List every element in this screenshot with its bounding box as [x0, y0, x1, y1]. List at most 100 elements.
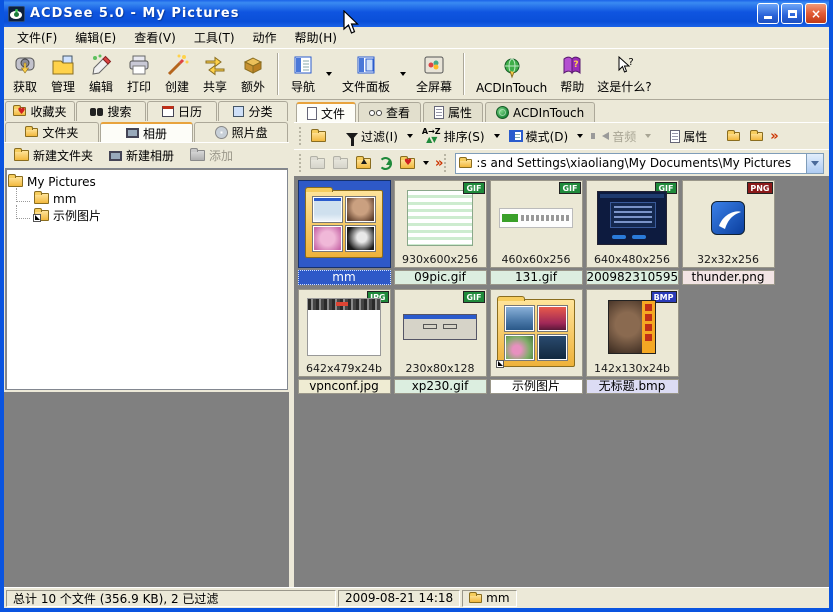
- navigate-button[interactable]: 导航: [284, 50, 322, 98]
- tab-folders[interactable]: 文件夹: [5, 122, 99, 142]
- share-arrows-icon: [202, 53, 228, 77]
- sort-dropdown-icon[interactable]: [494, 134, 500, 138]
- title-bar[interactable]: ACDSee 5.0 - My Pictures ×: [4, 0, 829, 27]
- navbar-overflow-chevron[interactable]: »: [435, 156, 441, 171]
- tree-item-mm[interactable]: mm: [8, 190, 285, 207]
- tab-albums[interactable]: 相册: [100, 122, 194, 142]
- refresh-button[interactable]: [375, 154, 396, 173]
- favorites-folder-icon: ♥: [13, 107, 26, 116]
- toolbar-overflow-chevron[interactable]: »: [770, 129, 776, 144]
- tab-favorites[interactable]: ♥ 收藏夹: [5, 101, 75, 121]
- file-cell-09pic[interactable]: GIF 930x600x256 09pic.gif: [394, 180, 487, 285]
- copy-to-icon: [727, 132, 740, 141]
- path-dropdown-button[interactable]: [806, 154, 823, 173]
- navigate-dropdown-icon[interactable]: [326, 72, 332, 76]
- folder-thumbnail: [497, 299, 575, 367]
- binoculars-icon: [90, 108, 103, 116]
- tab-search[interactable]: 搜索: [76, 101, 146, 121]
- tab-files[interactable]: 文件: [296, 102, 356, 122]
- file-cell-untitled-bmp[interactable]: BMP 142x130x24b 无标题.bmp: [586, 289, 679, 394]
- acquire-button[interactable]: 获取: [6, 50, 44, 98]
- copy-to-button[interactable]: [722, 129, 745, 144]
- close-button[interactable]: ×: [805, 3, 827, 24]
- file-cell-sample-pictures[interactable]: 示例图片: [490, 289, 583, 394]
- folders-icon: [25, 128, 38, 137]
- folder-icon: [8, 176, 23, 187]
- wand-icon: [164, 53, 190, 77]
- edit-button[interactable]: 编辑: [82, 50, 120, 98]
- print-button[interactable]: 打印: [120, 50, 158, 98]
- mode-button[interactable]: 模式(D): [504, 125, 574, 148]
- maximize-button[interactable]: [781, 3, 803, 24]
- toolbar-grip[interactable]: [444, 154, 448, 172]
- menu-help[interactable]: 帮助(H): [286, 27, 346, 49]
- new-folder-button[interactable]: 新建文件夹: [8, 145, 99, 166]
- properties-page-icon: [670, 130, 680, 143]
- status-datetime: 2009-08-21 14:18: [345, 591, 453, 605]
- move-to-button[interactable]: [745, 129, 768, 144]
- new-folder-button-small[interactable]: [306, 128, 331, 145]
- calendar-icon: [162, 106, 174, 117]
- toolbar-separator: [277, 53, 279, 95]
- menu-tools[interactable]: 工具(T): [185, 27, 244, 49]
- file-pane-icon: [353, 53, 379, 77]
- manage-button[interactable]: 管理: [44, 50, 82, 98]
- file-cell-2009823[interactable]: GIF 640x480x256 200982310595...: [586, 180, 679, 285]
- favorites-dropdown-icon[interactable]: [423, 161, 429, 165]
- fullscreen-button[interactable]: 全屏幕: [410, 50, 458, 98]
- whats-this-button[interactable]: ? 这是什么?: [591, 50, 657, 98]
- tab-calendar[interactable]: 日历: [147, 101, 217, 121]
- image-dimensions: 642x479x24b: [299, 362, 390, 375]
- file-cell-xp230[interactable]: GIF 230x80x128 xp230.gif: [394, 289, 487, 394]
- create-button[interactable]: 创建: [158, 50, 196, 98]
- file-panel-button[interactable]: 文件面板: [336, 50, 396, 98]
- favorites-button[interactable]: ♥: [396, 155, 419, 172]
- minimize-button[interactable]: [757, 3, 779, 24]
- file-browser[interactable]: mm GIF 930x600x256 09pic.gif GIF: [294, 176, 829, 587]
- image-thumbnail: [597, 191, 667, 245]
- file-cell-vpnconf[interactable]: JPG 642x479x24b vpnconf.jpg: [298, 289, 391, 394]
- favorites-folder-icon: ♥: [400, 158, 415, 169]
- menu-view[interactable]: 查看(V): [125, 27, 185, 49]
- file-name: mm: [298, 270, 391, 285]
- filter-funnel-icon: [346, 133, 358, 140]
- new-album-button[interactable]: 新建相册: [103, 145, 180, 166]
- menu-actions[interactable]: 动作: [244, 27, 286, 49]
- file-cell-thunder[interactable]: PNG 32x32x256 thunder.png: [682, 180, 775, 285]
- file-name: thunder.png: [682, 270, 775, 285]
- menu-file[interactable]: 文件(F): [8, 27, 66, 49]
- tab-photodisc[interactable]: 照片盘: [194, 122, 288, 142]
- menu-edit[interactable]: 编辑(E): [66, 27, 125, 49]
- tab-properties[interactable]: 属性: [423, 102, 483, 122]
- right-panel: 文件 查看 属性 ACDInTouch: [294, 100, 829, 587]
- toolbar-grip[interactable]: [299, 127, 303, 145]
- help-button[interactable]: ? 帮助: [553, 50, 591, 98]
- tree-item-my-pictures[interactable]: My Pictures: [8, 173, 285, 190]
- path-combobox[interactable]: :s and Settings\xiaoliang\My Documents\M…: [455, 153, 824, 174]
- tree-item-sample-pictures[interactable]: 示例图片: [8, 207, 285, 224]
- whats-this-icon: ?: [611, 53, 637, 77]
- status-location: mm: [486, 591, 509, 605]
- tab-view[interactable]: 查看: [358, 102, 421, 122]
- sort-button[interactable]: A→Z▲▼ 排序(S): [417, 125, 490, 148]
- toolbar-grip[interactable]: [299, 154, 303, 172]
- properties-button[interactable]: 属性: [665, 125, 712, 148]
- file-cell-mm[interactable]: mm: [298, 180, 391, 285]
- folder-tree[interactable]: My Pictures mm 示例图片: [5, 168, 288, 390]
- image-thumbnail: [499, 208, 573, 228]
- file-panel-dropdown-icon[interactable]: [400, 72, 406, 76]
- acdintouch-button[interactable]: ACDInTouch: [470, 50, 553, 98]
- status-summary: 总计 10 个文件 (356.9 KB), 2 已过滤: [13, 590, 218, 607]
- extra-button[interactable]: 额外: [234, 50, 272, 98]
- filter-button[interactable]: 过滤(I): [341, 125, 403, 148]
- tab-acdintouch[interactable]: ACDInTouch: [485, 102, 595, 122]
- filter-dropdown-icon[interactable]: [407, 134, 413, 138]
- file-cell-131[interactable]: GIF 460x60x256 131.gif: [490, 180, 583, 285]
- mode-dropdown-icon[interactable]: [577, 134, 583, 138]
- up-button[interactable]: [352, 155, 375, 172]
- gif-badge: GIF: [463, 291, 484, 303]
- tab-categories[interactable]: 分类: [218, 101, 288, 121]
- image-thumbnail: [711, 201, 745, 235]
- share-button[interactable]: 共享: [196, 50, 234, 98]
- sort-az-icon: A→Z▲▼: [422, 128, 441, 144]
